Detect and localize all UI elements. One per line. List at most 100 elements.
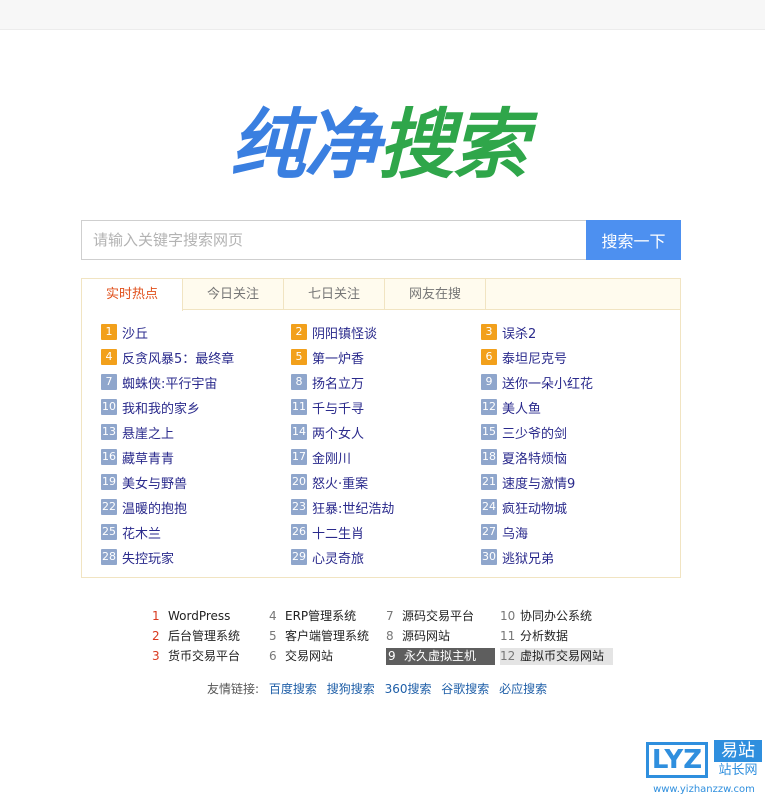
link-label: 协同办公系统 [520,609,593,623]
hot-item-title: 怒火·重案 [312,476,369,492]
link-item[interactable]: 5 客户端管理系统 [269,628,369,645]
hot-list-item[interactable]: 9 送你一朵小红花 [481,372,593,392]
tab-realtime[interactable]: 实时热点 [82,279,183,311]
link-label: 客户端管理系统 [285,629,370,643]
search-bar: 搜索一下 [81,220,681,260]
hot-item-title: 阴阳镇怪谈 [312,326,378,342]
rank-badge: 25 [101,524,117,540]
site-logo: 纯净搜索 [230,100,540,190]
rank-badge: 10 [101,399,117,415]
hot-list-item[interactable]: 3 误杀2 [481,322,536,342]
rank-badge: 14 [291,424,307,440]
hot-list-item[interactable]: 18 夏洛特烦恼 [481,447,567,467]
hot-list-item[interactable]: 13 悬崖之上 [101,422,174,442]
link-item[interactable]: 1 WordPress [152,608,230,625]
link-item[interactable]: 12 虚拟币交易网站 [500,648,613,665]
hot-item-title: 送你一朵小红花 [502,376,594,392]
hot-list-item[interactable]: 27 乌海 [481,522,528,542]
hot-item-title: 扬名立万 [312,376,365,392]
link-rank: 7 [386,609,394,623]
rank-badge: 7 [101,374,117,390]
hot-item-title: 蜘蛛侠:平行宇宙 [122,376,218,392]
hot-item-title: 十二生肖 [312,526,365,542]
link-rank: 11 [500,629,516,643]
hot-list-item[interactable]: 8 扬名立万 [291,372,364,392]
link-item[interactable]: 6 交易网站 [269,648,333,665]
hot-item-title: 三少爷的剑 [502,426,568,442]
hot-item-title: 逃狱兄弟 [502,551,555,567]
rank-badge: 22 [101,499,117,515]
hot-list-item[interactable]: 30 逃狱兄弟 [481,547,554,567]
friend-links-label: 友情链接: [207,682,260,696]
tab-netizen-searches[interactable]: 网友在搜 [385,279,486,310]
logo-part-1: 纯净 [230,100,380,189]
rank-badge: 9 [481,374,497,390]
search-input[interactable] [81,220,587,260]
tab-seven-days[interactable]: 七日关注 [284,279,385,310]
link-rank: 4 [269,609,277,623]
hot-list-item[interactable]: 6 泰坦尼克号 [481,347,567,367]
hot-list-item[interactable]: 17 金刚川 [291,447,351,467]
hot-list-item[interactable]: 22 温暖的抱抱 [101,497,187,517]
rank-badge: 1 [101,324,117,340]
link-label: 永久虚拟主机 [404,649,477,663]
hot-list-item[interactable]: 11 千与千寻 [291,397,364,417]
hot-item-title: 花木兰 [122,526,162,542]
rank-badge: 28 [101,549,117,565]
friend-link-baidu[interactable]: 百度搜索 [269,682,317,696]
tab-today[interactable]: 今日关注 [183,279,284,310]
hot-list-item[interactable]: 7 蜘蛛侠:平行宇宙 [101,372,217,392]
link-label: ERP管理系统 [285,609,357,623]
rank-badge: 12 [481,399,497,415]
link-item[interactable]: 4 ERP管理系统 [269,608,356,625]
hot-item-title: 乌海 [502,526,529,542]
hot-list-item[interactable]: 4 反贪风暴5：最终章 [101,347,234,367]
hot-item-title: 第一炉香 [312,351,365,367]
link-label: 分析数据 [520,629,569,643]
watermark-logo: LYZ 易站 站长网 www.yizhanzzw.com [640,738,765,802]
hot-list-item[interactable]: 24 疯狂动物城 [481,497,567,517]
link-rank: 10 [500,609,516,623]
hot-item-title: 心灵奇旅 [312,551,365,567]
friend-link-google[interactable]: 谷歌搜索 [441,682,489,696]
hot-list-item[interactable]: 14 两个女人 [291,422,364,442]
hot-item-title: 失控玩家 [122,551,175,567]
hot-list-item[interactable]: 15 三少爷的剑 [481,422,567,442]
hot-list-item[interactable]: 10 我和我的家乡 [101,397,200,417]
friend-link-sogou[interactable]: 搜狗搜索 [327,682,375,696]
rank-badge: 4 [101,349,117,365]
hot-list-item[interactable]: 12 美人鱼 [481,397,541,417]
link-rank: 1 [152,609,160,623]
link-item[interactable]: 7 源码交易平台 [386,608,474,625]
link-rank: 3 [152,649,160,663]
link-item[interactable]: 11 分析数据 [500,628,568,645]
link-rank: 12 [500,649,516,663]
hot-list-item[interactable]: 19 美女与野兽 [101,472,187,492]
rank-badge: 27 [481,524,497,540]
hot-list-item[interactable]: 23 狂暴:世纪浩劫 [291,497,394,517]
hot-list-item[interactable]: 1 沙丘 [101,322,148,342]
hot-list-item[interactable]: 29 心灵奇旅 [291,547,364,567]
hot-list-item[interactable]: 25 花木兰 [101,522,161,542]
rank-badge: 11 [291,399,307,415]
friend-link-360[interactable]: 360搜索 [385,682,432,696]
hot-list-tabs: 实时热点 今日关注 七日关注 网友在搜 [82,279,680,311]
hot-list-item[interactable]: 5 第一炉香 [291,347,364,367]
link-item[interactable]: 3 货币交易平台 [152,648,240,665]
hot-list-item[interactable]: 28 失控玩家 [101,547,174,567]
link-item[interactable]: 2 后台管理系统 [152,628,240,645]
link-item[interactable]: 10 协同办公系统 [500,608,592,625]
link-rank: 2 [152,629,160,643]
link-item[interactable]: 9 永久虚拟主机 [386,648,495,665]
hot-list-item[interactable]: 20 怒火·重案 [291,472,368,492]
search-button[interactable]: 搜索一下 [586,220,681,260]
friend-link-bing[interactable]: 必应搜索 [499,682,547,696]
hot-list-item[interactable]: 16 藏草青青 [101,447,174,467]
link-label: 交易网站 [285,649,334,663]
link-item[interactable]: 8 源码网站 [386,628,450,645]
hot-list-item[interactable]: 26 十二生肖 [291,522,364,542]
rank-badge: 19 [101,474,117,490]
hot-list-item[interactable]: 21 速度与激情9 [481,472,575,492]
hot-list-item[interactable]: 2 阴阳镇怪谈 [291,322,377,342]
rank-badge: 26 [291,524,307,540]
